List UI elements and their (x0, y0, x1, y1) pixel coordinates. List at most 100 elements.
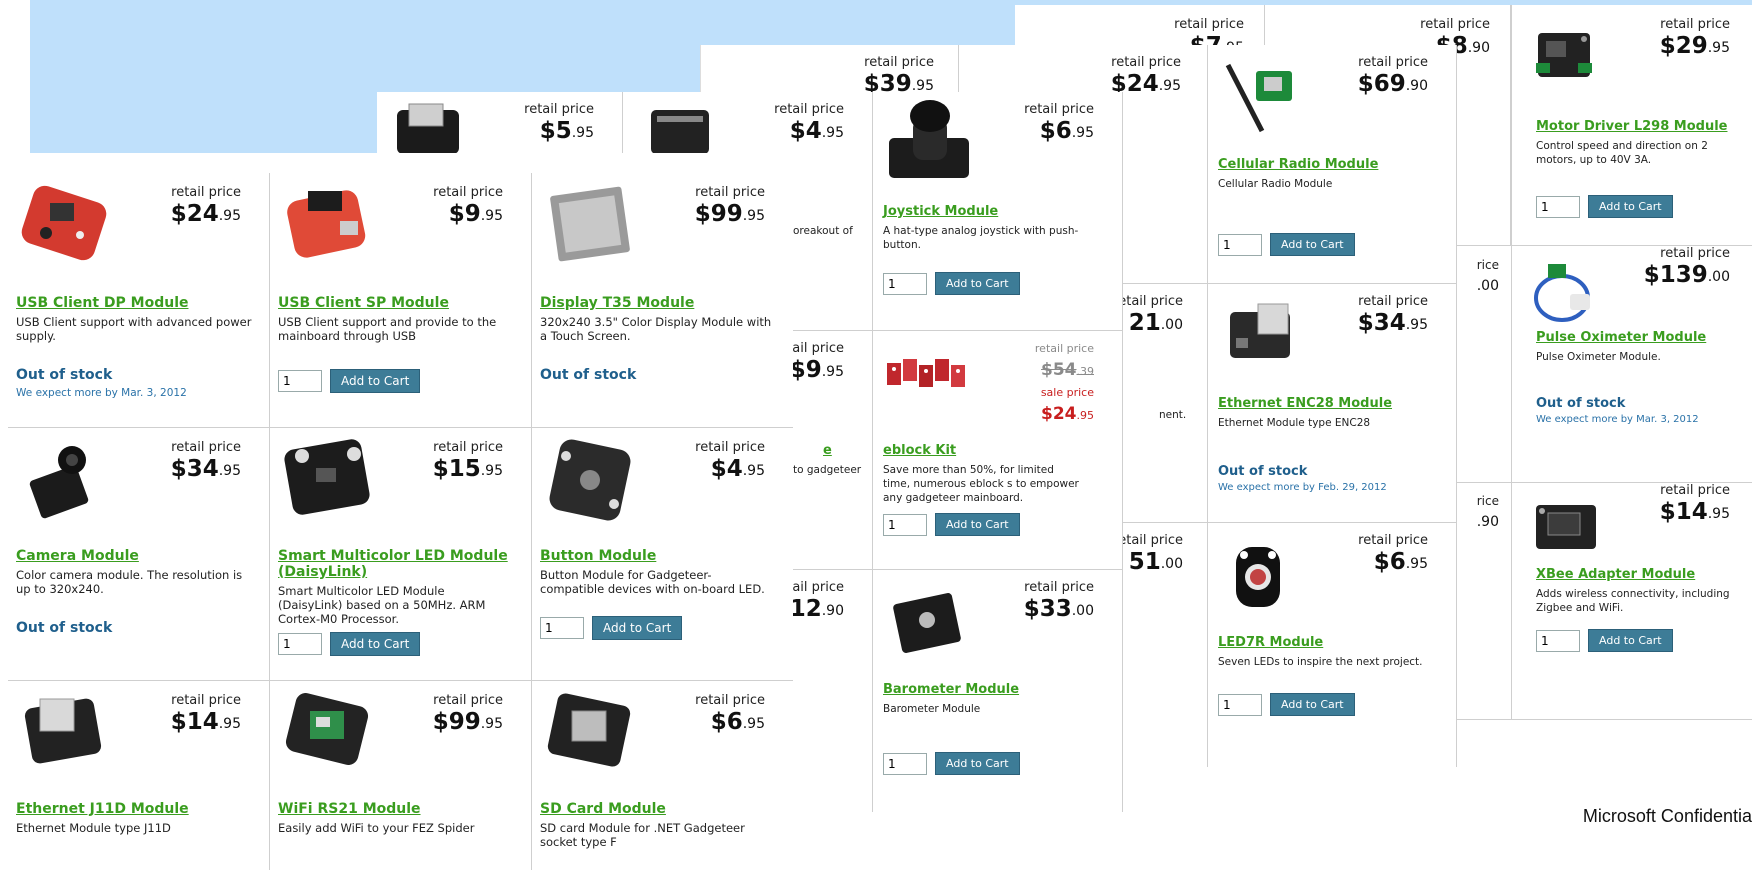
price-cents: .95 (218, 463, 241, 479)
product-description: Save more than 50%, for limited time, nu… (883, 464, 1079, 504)
product-name-link[interactable]: Ethernet J11D Module (16, 801, 189, 817)
price: $9 (789, 357, 822, 383)
ethernet-enc28-image (1230, 303, 1290, 358)
add-to-cart-button[interactable]: Add to Cart (592, 616, 683, 640)
add-to-cart-button[interactable]: Add to Cart (935, 513, 1020, 536)
product-name-link[interactable]: WiFi RS21 Module (278, 801, 421, 817)
price: $15 (432, 456, 481, 482)
product-description: Adds wireless connectivity, including Zi… (1536, 588, 1730, 614)
ethernet-j11d-image (24, 698, 102, 764)
product-name-link[interactable]: USB Client DP Module (16, 295, 188, 311)
add-to-cart-button[interactable]: Add to Cart (935, 752, 1020, 775)
retail-price-label: retail price (1111, 55, 1181, 70)
product-name-link[interactable]: USB Client SP Module (278, 295, 449, 311)
restock-date: We expect more by Mar. 3, 2012 (16, 387, 187, 399)
product-cell: retail price $9.95 USB Client SP Module U… (270, 173, 532, 427)
product-name-link[interactable]: Motor Driver L298 Module (1536, 119, 1727, 135)
retail-price-label: retail price (695, 440, 765, 455)
price-cents: .90 (1476, 514, 1499, 530)
product-name-link[interactable]: Pulse Oximeter Module (1536, 330, 1706, 346)
retail-price-label: retail price (864, 55, 934, 70)
product-name-link[interactable]: SD Card Module (540, 801, 666, 817)
price-cents: .95 (742, 463, 765, 479)
quantity-input[interactable] (278, 370, 322, 392)
product-name-link[interactable]: Barometer Module (883, 682, 1019, 698)
product-cell: retail price $54.39 sale price $24.95 eb… (873, 331, 1122, 569)
add-to-cart-button[interactable]: Add to Cart (1588, 195, 1673, 218)
price: $9 (448, 201, 481, 227)
cellular-radio-image (1225, 63, 1292, 133)
product-cell: retail price $4.95 Button Module Button M… (532, 428, 793, 680)
product-cell: retail price $69.90 Cellular Radio Module… (1208, 45, 1456, 283)
add-to-cart-button[interactable]: Add to Cart (330, 632, 421, 656)
product-description: Smart Multicolor LED Module (DaisyLink) … (278, 584, 486, 626)
price-cents: .95 (742, 208, 765, 224)
add-to-cart-button[interactable]: Add to Cart (935, 272, 1020, 295)
product-description: A hat-type analog joystick with push-but… (883, 225, 1079, 251)
product-description: Ethernet Module type J11D (16, 821, 171, 835)
product-name-link[interactable]: Display T35 Module (540, 295, 694, 311)
product-name-link[interactable]: LED7R Module (1218, 635, 1323, 651)
product-page-d: retail price $24.95 USB Client DP Module … (8, 153, 793, 870)
product-description: USB Client support and provide to the ma… (278, 315, 497, 343)
product-description: Seven LEDs to inspire the next project. (1218, 656, 1423, 668)
quantity-input[interactable] (540, 617, 584, 639)
product-name-link[interactable]: XBee Adapter Module (1536, 567, 1695, 583)
price-cents: .95 (742, 716, 765, 732)
add-to-cart-button[interactable]: Add to Cart (330, 369, 421, 393)
product-name-link[interactable]: eblock Kit (883, 443, 956, 459)
product-name-link[interactable]: Joystick Module (883, 204, 998, 220)
add-to-cart-button[interactable]: Add to Cart (1270, 693, 1355, 716)
price-cents: .95 (1158, 78, 1181, 94)
quantity-input[interactable] (278, 633, 322, 655)
product-cell: retail price $14.95 Ethernet J11D Module … (8, 681, 270, 870)
price: $34 (1357, 310, 1406, 336)
product-description: Pulse Oximeter Module. (1536, 351, 1661, 363)
price: $139 (1643, 262, 1708, 288)
add-to-cart-button[interactable]: Add to Cart (1270, 233, 1355, 256)
price: $6 (710, 709, 743, 735)
product-name-link[interactable]: Camera Module (16, 548, 139, 564)
price-cents: .90 (1467, 40, 1490, 56)
price: $14 (1659, 499, 1708, 525)
retail-price-label: retail price (1034, 342, 1094, 355)
old-price-cents: .39 (1076, 365, 1095, 378)
add-to-cart-button[interactable]: Add to Cart (1588, 629, 1673, 652)
quantity-input[interactable] (883, 752, 927, 775)
product-description: Ethernet Module type ENC28 (1218, 417, 1371, 429)
product-name-link[interactable]: Smart Multicolor LED Module (DaisyLink) (278, 548, 508, 580)
product-name-link[interactable]: Ethernet ENC28 Module (1218, 396, 1392, 412)
price-cents: .90 (821, 603, 844, 619)
product-description: USB Client support with advanced power s… (16, 315, 252, 343)
product-cell: retail price $29.95 Motor Driver L298 Mod… (1511, 5, 1752, 245)
price: 12 (789, 596, 822, 622)
price-cents: .95 (821, 125, 844, 141)
product-name-link[interactable]: Button Module (540, 548, 656, 564)
price: $24 (170, 201, 219, 227)
price: $33 (1023, 596, 1072, 622)
sd-card-image (547, 693, 631, 767)
price: 21 (1128, 310, 1161, 336)
quantity-input[interactable] (1218, 233, 1262, 256)
quantity-input[interactable] (1218, 693, 1262, 716)
restock-date: We expect more by Mar. 3, 2012 (1536, 414, 1699, 425)
retail-price-label: retail price (1660, 246, 1730, 261)
price-cents: .95 (1707, 40, 1730, 56)
retail-price-label: retail price (1024, 102, 1094, 117)
motor-driver-image (1536, 33, 1592, 77)
quantity-input[interactable] (883, 272, 927, 295)
quantity-input[interactable] (883, 513, 927, 536)
price-cents: .95 (218, 716, 241, 732)
product-name-link[interactable]: Cellular Radio Module (1218, 157, 1378, 173)
price: $69 (1357, 71, 1406, 97)
quantity-input[interactable] (1536, 195, 1580, 218)
retail-price-label: retail price (433, 693, 503, 708)
retail-price-label: retail price (171, 185, 241, 200)
joystick-image (889, 100, 969, 178)
camera-image (29, 446, 89, 519)
product-description: Control speed and direction on 2 motors,… (1536, 140, 1708, 166)
product-name-link[interactable]: e (823, 443, 832, 459)
out-of-stock-label: Out of stock (1218, 464, 1308, 479)
price: $6 (1373, 549, 1406, 575)
quantity-input[interactable] (1536, 629, 1580, 652)
